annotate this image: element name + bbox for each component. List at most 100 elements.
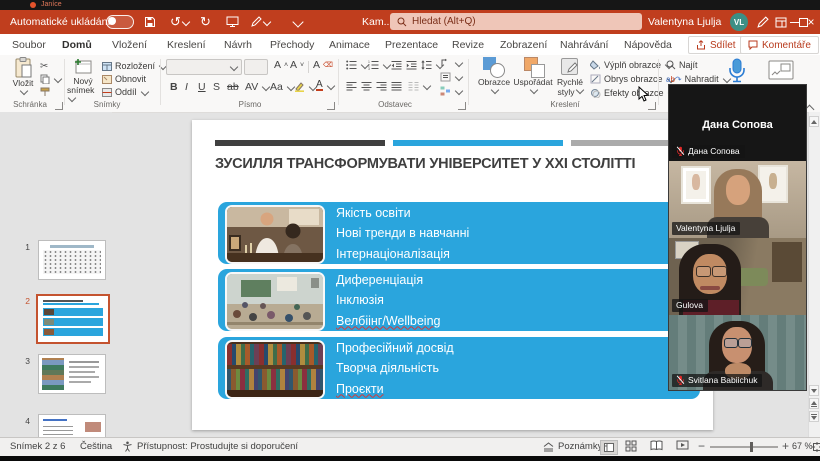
tab-navrh[interactable]: Návrh — [222, 34, 254, 55]
tab-soubor[interactable]: Soubor — [10, 34, 48, 55]
reading-view-button[interactable] — [650, 440, 663, 454]
change-case-button[interactable]: Aa — [268, 81, 296, 93]
box1-line1[interactable]: Якість освіти — [336, 203, 469, 223]
tab-nahravani[interactable]: Nahrávání — [558, 34, 610, 55]
paste-button[interactable]: Vložit — [8, 57, 38, 94]
user-name[interactable]: Valentyna Ljulja — [648, 10, 721, 34]
user-avatar[interactable]: VL — [730, 10, 748, 34]
accessibility-status[interactable]: Přístupnost: Prostudujte si doporučení — [122, 441, 298, 452]
tab-domu[interactable]: Domů — [60, 34, 94, 57]
slideshow-view-button[interactable] — [676, 440, 689, 454]
clear-formatting-button[interactable]: A⌫ — [311, 59, 335, 71]
cut-button[interactable]: ✂ — [40, 61, 48, 72]
text-direction-button[interactable] — [440, 58, 462, 68]
undo-button[interactable]: ↺ — [170, 10, 189, 34]
box3-line3[interactable]: Проєкти — [336, 379, 454, 399]
font-color-button[interactable]: A — [316, 80, 334, 91]
new-slide-button[interactable]: Novýsnímek — [67, 57, 99, 105]
slide-title[interactable]: ЗУСИЛЛЯ ТРАНСФОРМУВАТИ УНІВЕРСИТЕТ У XXI… — [215, 156, 695, 172]
ink-button[interactable] — [756, 10, 769, 34]
replace-button[interactable]: ab↷ Nahradit — [666, 74, 730, 84]
box3-line1[interactable]: Професійний досвід — [336, 338, 454, 358]
participant-tile-1[interactable]: Дана Сопова Дана Сопова — [669, 85, 806, 161]
numbering-button[interactable]: 123 — [368, 60, 390, 70]
layout-button[interactable]: Rozložení — [102, 61, 166, 71]
arrange-button[interactable]: Uspořádat — [513, 57, 553, 93]
increase-indent-button[interactable] — [406, 60, 417, 70]
content-box-2[interactable]: Диференціація Інклюзія Велбіінг/Wellbein… — [218, 269, 700, 331]
drawing-dialog-launcher[interactable] — [648, 102, 656, 110]
box3-line2[interactable]: Творча діяльність — [336, 358, 454, 378]
tab-animace[interactable]: Animace — [327, 34, 372, 55]
box1-line2[interactable]: Нові тренди в навчанні — [336, 223, 469, 243]
tab-prechody[interactable]: Přechody — [268, 34, 316, 55]
share-button[interactable]: Sdílet — [688, 36, 744, 54]
fit-slide-button[interactable] — [812, 442, 820, 455]
slide-indicator[interactable]: Snímek 2 z 6 — [10, 441, 65, 452]
bold-button[interactable]: B — [168, 81, 180, 93]
slide-canvas[interactable]: ЗУСИЛЛЯ ТРАНСФОРМУВАТИ УНІВЕРСИТЕТ У XXI… — [192, 120, 713, 430]
slide-sorter-view-button[interactable] — [625, 440, 637, 455]
close-button[interactable]: × — [802, 10, 820, 34]
content-box-3[interactable]: Професійний досвід Творча діяльність Про… — [218, 337, 700, 399]
content-box-1[interactable]: Якість освіти Нові тренди в навчанні Інт… — [218, 202, 700, 264]
justify-button[interactable] — [391, 81, 402, 91]
normal-view-button[interactable] — [600, 440, 618, 455]
bullets-button[interactable] — [346, 60, 368, 70]
columns-button[interactable] — [408, 81, 430, 91]
font-size-select[interactable] — [244, 59, 268, 75]
shrink-font-button[interactable]: A˅ — [288, 59, 306, 71]
character-spacing-button[interactable]: AV — [243, 81, 271, 93]
video-call-panel[interactable]: Дана Сопова Дана Сопова Valentyna Ljulja — [668, 84, 807, 391]
tab-napoveda[interactable]: Nápověda — [622, 34, 674, 55]
align-right-button[interactable] — [376, 81, 387, 91]
zoom-out-button[interactable]: − — [698, 439, 705, 453]
slide-thumbnail-3[interactable] — [38, 354, 106, 394]
previous-slide-button[interactable] — [809, 398, 819, 409]
redo-button[interactable]: ↻ — [200, 10, 211, 34]
zoom-slider-track[interactable] — [710, 446, 778, 448]
shape-effects-button[interactable]: Efekty obrazce — [590, 88, 675, 98]
shapes-button[interactable]: Obrazce — [477, 57, 511, 93]
copy-button[interactable] — [40, 74, 61, 84]
italic-button[interactable]: I — [183, 81, 190, 93]
notes-toggle[interactable]: Poznámky — [543, 441, 602, 452]
toolbar-overflow-button[interactable] — [292, 10, 302, 34]
participant-tile-4[interactable]: Svitlana Babiichuk — [669, 315, 806, 390]
decrease-indent-button[interactable] — [391, 60, 402, 70]
slide-thumbnail-2-selected[interactable] — [36, 294, 110, 344]
font-dialog-launcher[interactable] — [327, 102, 335, 110]
box2-line2[interactable]: Інклюзія — [336, 290, 440, 310]
align-text-button[interactable] — [440, 72, 462, 82]
language-indicator[interactable]: Čeština — [80, 441, 112, 452]
search-box[interactable]: Hledat (Alt+Q) — [390, 13, 642, 30]
align-center-button[interactable] — [361, 81, 372, 91]
present-button[interactable] — [226, 10, 239, 34]
highlight-button[interactable] — [294, 81, 316, 92]
participant-tile-3-active-speaker[interactable]: Gulova — [669, 238, 806, 315]
tab-prezentace[interactable]: Prezentace — [383, 34, 440, 55]
zoom-in-button[interactable]: + — [782, 439, 789, 453]
box2-line1[interactable]: Диференціація — [336, 270, 440, 290]
tab-vlozeni[interactable]: Vložení — [110, 34, 149, 55]
next-slide-button[interactable] — [809, 411, 819, 422]
autosave-toggle[interactable] — [106, 10, 134, 34]
find-button[interactable]: Najít — [666, 60, 698, 70]
draw-tool-button[interactable] — [250, 10, 270, 34]
box1-line3[interactable]: Інтернаціоналізація — [336, 244, 469, 264]
strikethrough-button[interactable]: ab — [225, 81, 241, 93]
paragraph-dialog-launcher[interactable] — [458, 102, 466, 110]
tab-revize[interactable]: Revize — [450, 34, 486, 55]
section-button[interactable]: Oddíl — [102, 87, 148, 97]
zoom-level[interactable]: 67 % — [792, 441, 813, 451]
clipboard-dialog-launcher[interactable] — [55, 102, 63, 110]
convert-smartart-button[interactable] — [440, 86, 462, 96]
format-painter-button[interactable] — [40, 87, 50, 97]
shape-fill-button[interactable]: Výplň obrazce — [590, 60, 672, 70]
comments-button[interactable]: Komentáře — [740, 36, 819, 54]
scroll-up-button[interactable] — [809, 116, 819, 127]
slide-thumbnail-1[interactable] — [38, 240, 106, 280]
box2-line3[interactable]: Велбіінг/Wellbeing — [336, 311, 440, 331]
reset-button[interactable]: Obnovit — [102, 74, 146, 84]
underline-button[interactable]: U — [196, 81, 208, 93]
